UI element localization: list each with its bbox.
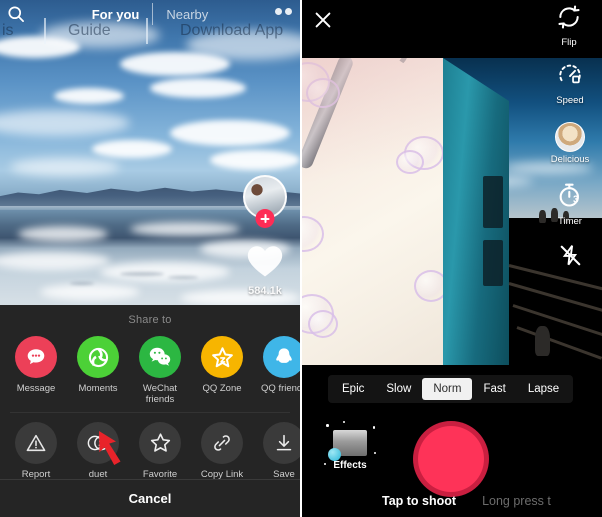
tool-label: Speed [556, 95, 584, 106]
share-action-row: Report duet Favorite Copy Link Save [0, 413, 300, 481]
object-ring [347, 58, 411, 80]
share-sheet: Share to Message Moments WeChat friends … [0, 305, 300, 517]
share-target-moments[interactable]: Moments [74, 336, 122, 395]
plus-icon[interactable] [255, 209, 275, 228]
tool-flash-off[interactable] [544, 243, 596, 273]
tool-label: Delicious [550, 154, 590, 165]
screenshot-root: For you Nearby is Guide Download App 584… [0, 0, 602, 517]
star-icon[interactable] [201, 336, 243, 378]
speed-selector: Epic Slow Norm Fast Lapse [328, 375, 574, 403]
train-window [483, 176, 503, 228]
share-label: QQ friends [261, 383, 300, 394]
camera-panel: Flip Speed Delicious 3 Timer Epic Slow N… [300, 0, 602, 517]
beauty-filter-avatar-icon[interactable] [555, 122, 585, 152]
record-button-icon[interactable] [413, 421, 489, 497]
star-outline-icon[interactable] [139, 421, 181, 464]
tab-for-you[interactable]: For you [79, 7, 153, 22]
action-favorite[interactable]: Favorite [136, 421, 184, 481]
share-target-message[interactable]: Message [12, 336, 60, 395]
warning-triangle-icon[interactable] [15, 421, 57, 464]
speed-option-lapse[interactable]: Lapse [517, 378, 570, 400]
timer-value: 3 [573, 194, 579, 205]
object-stick [300, 58, 355, 171]
share-target-qq-friends[interactable]: QQ friends [260, 336, 300, 395]
video-action-rail: 584.1k [238, 175, 292, 297]
action-save[interactable]: Save [260, 421, 300, 481]
moments-shutter-icon[interactable] [77, 336, 119, 378]
author-avatar-wrap[interactable] [243, 175, 287, 228]
effects-accent-dot [328, 448, 341, 461]
link-icon[interactable] [201, 421, 243, 464]
like-count: 584.1k [248, 285, 282, 297]
red-arrow-icon [96, 428, 136, 471]
qq-penguin-icon[interactable] [263, 336, 300, 378]
share-label: WeChat friends [142, 383, 178, 405]
flip-camera-icon [558, 5, 580, 29]
effects-button[interactable]: Effects [324, 421, 376, 471]
panel-divider [300, 0, 302, 517]
wechat-icon[interactable] [139, 336, 181, 378]
download-icon[interactable] [263, 421, 300, 464]
tool-beauty-filter[interactable]: Delicious [544, 122, 596, 165]
two-dots-icon[interactable] [275, 8, 292, 15]
hint-tap-to-shoot[interactable]: Tap to shoot [382, 494, 456, 508]
capture-hint-row: Tap to shoot Long press t [300, 494, 602, 508]
speed-option-epic[interactable]: Epic [331, 378, 375, 400]
camera-top-bar: Flip [300, 0, 602, 58]
train-window [483, 240, 503, 286]
feed-panel: For you Nearby is Guide Download App 584… [0, 0, 300, 517]
hint-long-press[interactable]: Long press t [482, 494, 551, 508]
tool-flip[interactable]: Flip [546, 4, 592, 48]
duet-half-left [300, 58, 443, 365]
speed-option-fast[interactable]: Fast [472, 378, 516, 400]
speed-option-slow[interactable]: Slow [375, 378, 422, 400]
tool-timer[interactable]: 3 Timer [544, 181, 596, 227]
camera-tool-rail: Speed Delicious 3 Timer [544, 62, 596, 289]
share-label: Moments [78, 383, 118, 394]
cancel-button[interactable]: Cancel [0, 479, 300, 517]
heart-icon [247, 246, 283, 277]
top-navigation: For you Nearby [0, 0, 300, 28]
speed-gauge-icon [559, 64, 581, 84]
share-target-wechat-friends[interactable]: WeChat friends [136, 336, 184, 406]
close-x-icon[interactable] [312, 9, 334, 36]
speed-option-norm[interactable]: Norm [422, 378, 473, 400]
tool-label: Timer [558, 216, 582, 227]
tab-nearby[interactable]: Nearby [153, 7, 221, 22]
action-copy-link[interactable]: Copy Link [198, 421, 246, 481]
share-label: QQ Zone [202, 383, 242, 394]
nav-tab-list: For you Nearby [0, 3, 300, 25]
tool-label: Flip [561, 37, 577, 48]
flash-off-icon [560, 245, 580, 266]
share-label: Message [16, 383, 56, 394]
effects-icon[interactable] [324, 421, 376, 465]
tool-speed[interactable]: Speed [544, 62, 596, 106]
effects-label: Effects [333, 460, 367, 471]
message-bubble-icon[interactable] [15, 336, 57, 378]
timer-icon: 3 [559, 183, 579, 207]
share-target-qq-zone[interactable]: QQ Zone [198, 336, 246, 395]
action-report[interactable]: Report [12, 421, 60, 481]
share-target-row: Message Moments WeChat friends QQ Zone Q… [0, 326, 300, 406]
share-sheet-title: Share to [128, 314, 172, 326]
like-button[interactable]: 584.1k [238, 243, 292, 297]
